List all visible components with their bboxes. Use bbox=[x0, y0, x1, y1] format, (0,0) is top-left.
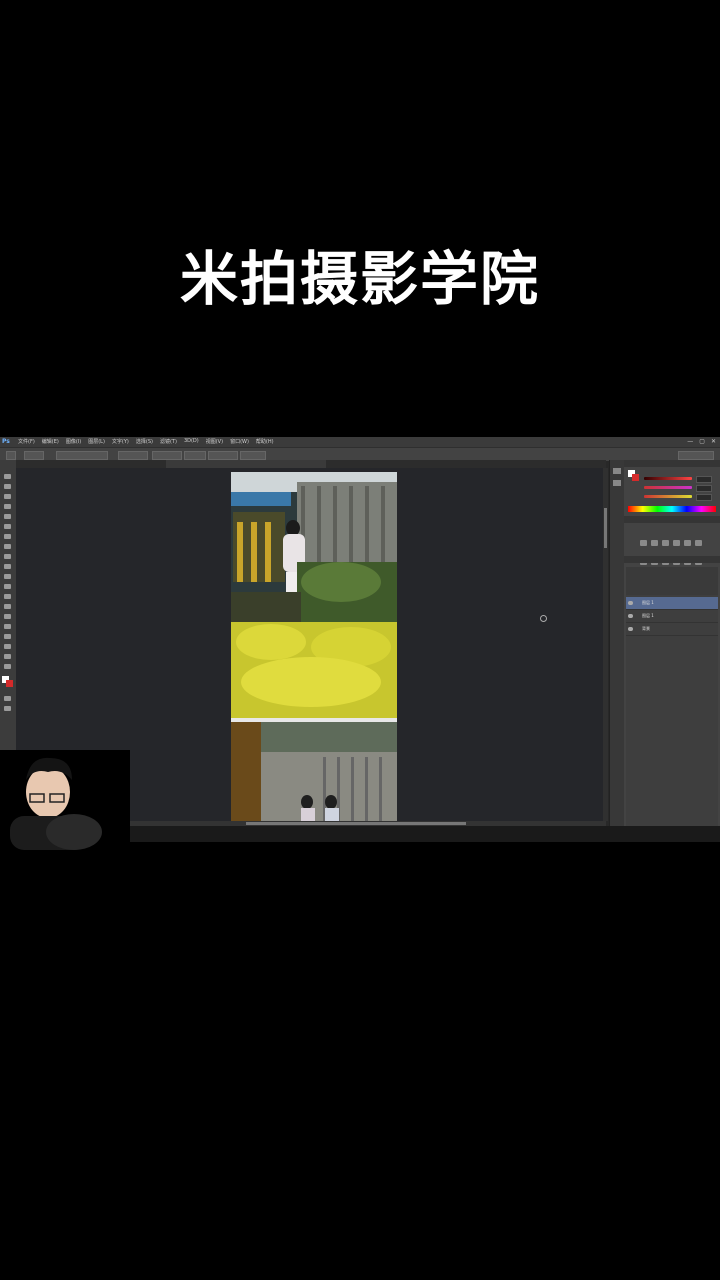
marquee-tool-icon[interactable] bbox=[4, 484, 11, 489]
move-tool-icon[interactable] bbox=[4, 474, 11, 479]
actual-pixels-button[interactable] bbox=[184, 451, 206, 460]
adjustments-panel-header[interactable] bbox=[624, 516, 720, 523]
eraser-tool-icon[interactable] bbox=[4, 574, 11, 579]
pen-tool-icon[interactable] bbox=[4, 614, 11, 619]
path-select-tool-icon[interactable] bbox=[4, 634, 11, 639]
zoom-cursor-icon bbox=[540, 615, 547, 622]
clone-stamp-tool-icon[interactable] bbox=[4, 554, 11, 559]
color-spectrum[interactable] bbox=[628, 506, 716, 512]
layers-panel-header[interactable] bbox=[624, 556, 720, 563]
resize-windows-option[interactable] bbox=[56, 451, 108, 460]
exposure-icon[interactable] bbox=[673, 540, 680, 546]
history-panel-icon[interactable] bbox=[613, 468, 621, 474]
video-title: 米拍摄影学院 bbox=[179, 245, 540, 313]
minimize-button[interactable]: — bbox=[687, 438, 693, 445]
hand-tool-icon[interactable] bbox=[4, 654, 11, 659]
quick-mask-icon[interactable] bbox=[4, 696, 11, 701]
layer-row[interactable]: 背景 bbox=[626, 623, 718, 636]
brightness-icon[interactable] bbox=[640, 540, 647, 546]
menu-edit[interactable]: 编辑(E) bbox=[42, 438, 59, 445]
options-bar bbox=[0, 447, 720, 461]
green-slider[interactable] bbox=[644, 486, 692, 489]
background-color-swatch[interactable] bbox=[6, 680, 13, 687]
document-image[interactable] bbox=[231, 472, 397, 822]
zoom-tool-icon[interactable] bbox=[4, 664, 11, 669]
menu-help[interactable]: 帮助(H) bbox=[256, 438, 274, 445]
workspace-switcher[interactable] bbox=[678, 451, 714, 460]
visibility-eye-icon[interactable] bbox=[628, 627, 633, 631]
fit-screen-button[interactable] bbox=[208, 451, 238, 460]
scrubby-zoom-option[interactable] bbox=[152, 451, 182, 460]
collapsed-panels-strip bbox=[609, 460, 624, 830]
menu-bar: Ps 文件(F) 编辑(E) 图像(I) 图层(L) 文字(Y) 选择(S) 滤… bbox=[0, 437, 720, 447]
photo-collage bbox=[231, 472, 397, 822]
vertical-scroll-thumb[interactable] bbox=[604, 508, 607, 548]
document-tab-active[interactable] bbox=[166, 460, 326, 468]
blue-value[interactable] bbox=[696, 494, 712, 501]
right-panels: 图层 1 图层 1 背景 bbox=[624, 460, 720, 830]
document-tabs bbox=[16, 460, 606, 468]
shape-tool-icon[interactable] bbox=[4, 644, 11, 649]
layers-panel: 图层 1 图层 1 背景 bbox=[626, 567, 718, 827]
blur-tool-icon[interactable] bbox=[4, 594, 11, 599]
screen-mode-icon[interactable] bbox=[4, 706, 11, 711]
eyedropper-tool-icon[interactable] bbox=[4, 524, 11, 529]
vertical-scrollbar[interactable] bbox=[603, 468, 608, 821]
photoshop-logo: Ps bbox=[2, 438, 10, 445]
lasso-tool-icon[interactable] bbox=[4, 494, 11, 499]
properties-panel-icon[interactable] bbox=[613, 480, 621, 486]
layer-filter-row[interactable] bbox=[626, 567, 718, 577]
layer-name: 图层 1 bbox=[642, 600, 654, 605]
maximize-button[interactable]: ▢ bbox=[699, 438, 705, 445]
presenter-image bbox=[0, 750, 130, 850]
green-value[interactable] bbox=[696, 485, 712, 492]
dodge-tool-icon[interactable] bbox=[4, 604, 11, 609]
menu-select[interactable]: 选择(S) bbox=[136, 438, 153, 445]
color-background-swatch[interactable] bbox=[632, 474, 639, 481]
menu-image[interactable]: 图像(I) bbox=[66, 438, 81, 445]
layer-row[interactable]: 图层 1 bbox=[626, 610, 718, 623]
menu-view[interactable]: 视图(V) bbox=[206, 438, 223, 445]
menu-window[interactable]: 窗口(W) bbox=[230, 438, 249, 445]
zoom-all-option[interactable] bbox=[118, 451, 148, 460]
history-brush-tool-icon[interactable] bbox=[4, 564, 11, 569]
curves-icon[interactable] bbox=[662, 540, 669, 546]
brush-tool-icon[interactable] bbox=[4, 544, 11, 549]
color-panel-header[interactable] bbox=[624, 460, 720, 467]
red-value[interactable] bbox=[696, 476, 712, 483]
levels-icon[interactable] bbox=[651, 540, 658, 546]
fill-screen-button[interactable] bbox=[240, 451, 266, 460]
blue-slider[interactable] bbox=[644, 495, 692, 498]
blend-mode-row[interactable] bbox=[626, 577, 718, 587]
menu-file[interactable]: 文件(F) bbox=[18, 438, 35, 445]
visibility-eye-icon[interactable] bbox=[628, 614, 633, 618]
menu-type[interactable]: 文字(Y) bbox=[112, 438, 129, 445]
gradient-tool-icon[interactable] bbox=[4, 584, 11, 589]
menu-layer[interactable]: 图层(L) bbox=[88, 438, 105, 445]
visibility-eye-icon[interactable] bbox=[628, 601, 633, 605]
document-tab-inactive[interactable] bbox=[16, 460, 161, 468]
zoom-in-out-buttons[interactable] bbox=[24, 451, 44, 460]
lock-row[interactable] bbox=[626, 587, 718, 595]
layer-name: 背景 bbox=[642, 626, 650, 631]
hue-icon[interactable] bbox=[695, 540, 702, 546]
window-controls: — ▢ ✕ bbox=[687, 438, 716, 445]
menu-items: 文件(F) 编辑(E) 图像(I) 图层(L) 文字(Y) 选择(S) 滤镜(T… bbox=[18, 438, 274, 445]
crop-tool-icon[interactable] bbox=[4, 514, 11, 519]
presenter-webcam bbox=[0, 750, 130, 850]
vibrance-icon[interactable] bbox=[684, 540, 691, 546]
horizontal-scroll-thumb[interactable] bbox=[246, 822, 466, 825]
menu-filter[interactable]: 滤镜(T) bbox=[160, 438, 177, 445]
zoom-tool-icon[interactable] bbox=[6, 451, 16, 460]
quick-select-tool-icon[interactable] bbox=[4, 504, 11, 509]
type-tool-icon[interactable] bbox=[4, 624, 11, 629]
healing-tool-icon[interactable] bbox=[4, 534, 11, 539]
red-slider[interactable] bbox=[644, 477, 692, 480]
layer-row[interactable]: 图层 1 bbox=[626, 597, 718, 610]
menu-3d[interactable]: 3D(D) bbox=[184, 438, 199, 445]
layer-name: 图层 1 bbox=[642, 613, 654, 618]
close-button[interactable]: ✕ bbox=[711, 438, 716, 445]
